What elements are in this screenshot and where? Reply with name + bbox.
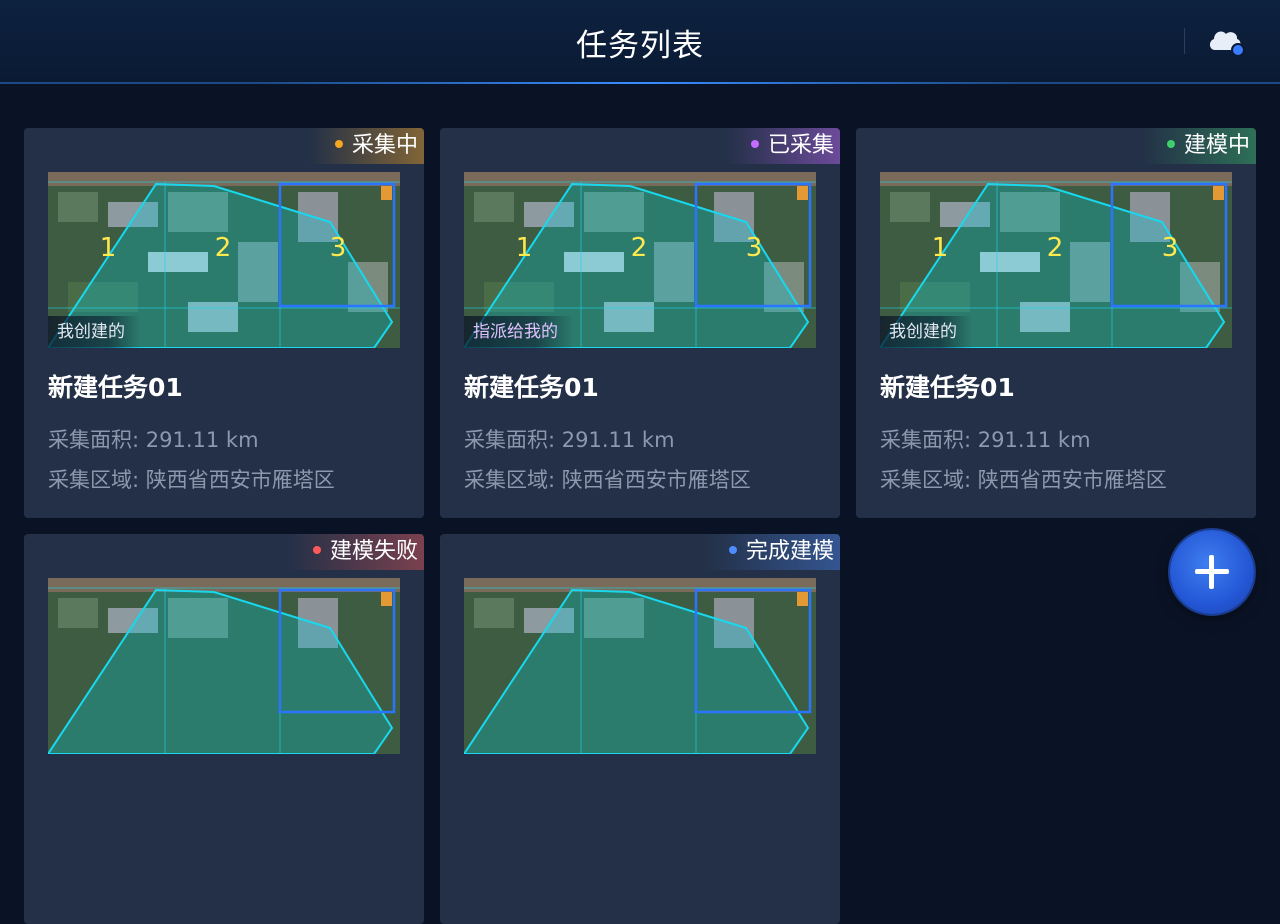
zone-label-3: 3 xyxy=(746,233,763,263)
zone-label-2: 2 xyxy=(1047,233,1064,263)
collect-region: 采集区域: 陕西省西安市雁塔区 xyxy=(464,468,751,492)
collect-area: 采集面积: 291.11 km xyxy=(48,428,259,452)
collect-region: 采集区域: 陕西省西安市雁塔区 xyxy=(48,468,335,492)
collect-region: 采集区域: 陕西省西安市雁塔区 xyxy=(880,468,1167,492)
task-name: 新建任务01 xyxy=(880,373,1015,402)
owner-tag: 我创建的 xyxy=(880,316,973,348)
app-header: 任务列表 xyxy=(0,0,1280,84)
status-badge: 已采集 xyxy=(724,128,840,164)
collect-area: 采集面积: 291.11 km xyxy=(464,428,675,452)
task-card[interactable]: 建模中 1 2 3 我创建的 新建任务01 采集面积: 291.11 km 采集… xyxy=(856,128,1256,518)
map-thumbnail xyxy=(48,578,400,754)
status-badge: 采集中 xyxy=(308,128,424,164)
task-name: 新建任务01 xyxy=(464,373,599,402)
status-badge: 建模中 xyxy=(1140,128,1256,164)
collect-area: 采集面积: 291.11 km xyxy=(880,428,1091,452)
status-dot xyxy=(750,140,759,148)
status-label: 建模失败 xyxy=(329,539,418,564)
status-label: 完成建模 xyxy=(745,539,834,564)
zone-label-1: 1 xyxy=(932,233,949,263)
status-label: 已采集 xyxy=(767,133,834,158)
map-thumbnail: 1 2 3 我创建的 xyxy=(880,172,1232,348)
owner-tag: 我创建的 xyxy=(48,316,141,348)
zone-label-2: 2 xyxy=(631,233,648,263)
cloud-status-icon[interactable] xyxy=(1207,26,1247,58)
task-name: 新建任务01 xyxy=(48,373,183,402)
status-dot xyxy=(1166,140,1175,148)
status-label: 建模中 xyxy=(1183,133,1250,158)
zone-label-1: 1 xyxy=(516,233,533,263)
zone-label-2: 2 xyxy=(215,233,232,263)
map-thumbnail xyxy=(464,578,816,754)
map-thumbnail: 1 2 3 指派给我的 xyxy=(464,172,816,348)
header-glow-line xyxy=(260,82,1020,84)
header-divider xyxy=(1184,28,1185,54)
task-card[interactable]: 建模失败 xyxy=(24,534,424,924)
task-card[interactable]: 采集中 1 2 3 我创建的 新建任务01 采集面积: 291.11 km 采集… xyxy=(24,128,424,518)
status-badge: 完成建模 xyxy=(702,534,840,570)
map-thumbnail: 1 2 3 我创建的 xyxy=(48,172,400,348)
task-card[interactable]: 已采集 1 2 3 指派给我的 新建任务01 采集面积: 291.11 km 采… xyxy=(440,128,840,518)
status-badge: 建模失败 xyxy=(286,534,424,570)
status-label: 采集中 xyxy=(351,133,418,158)
status-dot xyxy=(334,140,343,148)
zone-label-3: 3 xyxy=(1162,233,1179,263)
owner-tag: 指派给我的 xyxy=(464,316,574,348)
status-dot xyxy=(728,546,737,554)
status-dot xyxy=(312,546,321,554)
task-card[interactable]: 完成建模 xyxy=(440,534,840,924)
add-task-button[interactable] xyxy=(1170,530,1254,614)
zone-label-3: 3 xyxy=(330,233,347,263)
zone-label-1: 1 xyxy=(100,233,117,263)
page-title: 任务列表 xyxy=(576,28,704,64)
